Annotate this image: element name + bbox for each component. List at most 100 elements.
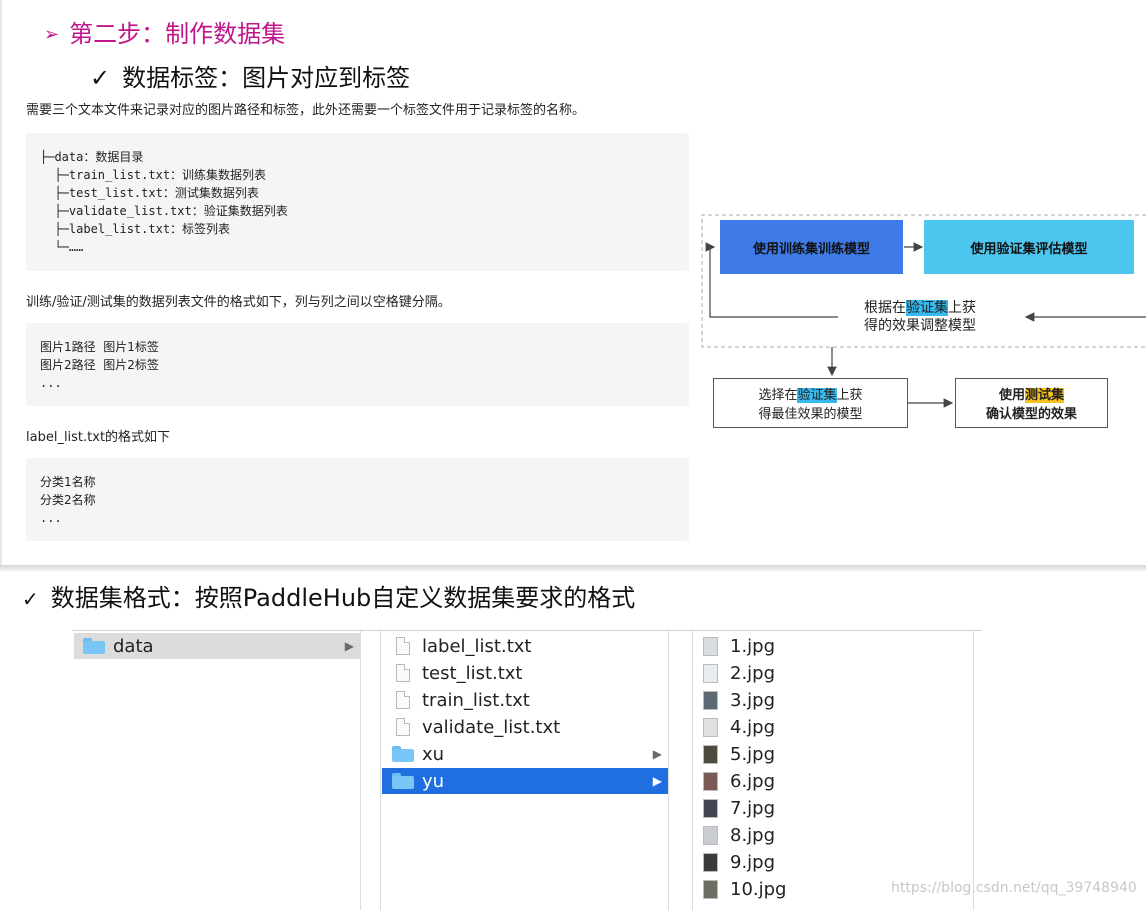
finder-item-image[interactable]: 3.jpg: [693, 687, 973, 713]
item-name: train_list.txt: [422, 689, 530, 711]
item-name: yu: [422, 770, 445, 792]
finder-item-image[interactable]: 9.jpg: [693, 849, 973, 875]
format-line: 图片1路径 图片1标签: [40, 340, 159, 354]
chevron-right-icon: ▶: [652, 747, 662, 761]
note-text: 根据在: [864, 300, 906, 316]
image-thumbnail-icon: [703, 852, 718, 872]
item-name: 9.jpg: [730, 851, 776, 873]
intro-paragraph: 需要三个文本文件来记录对应的图片路径和标签，此外还需要一个标签文件用于记录标签的…: [26, 103, 586, 118]
list-format-codeblock: 图片1路径 图片1标签 图片2路径 图片2标签 ...: [26, 323, 689, 406]
finder-item-image[interactable]: 4.jpg: [693, 714, 973, 740]
folder-icon: [392, 746, 414, 762]
item-name: label_list.txt: [422, 635, 532, 657]
tree-line: ├─data：数据目录: [40, 150, 144, 164]
image-thumbnail-icon: [703, 717, 718, 737]
sub-heading: ✓ 数据标签：图片对应到标签: [90, 58, 410, 93]
finder-column-2: label_list.txt test_list.txt train_list.…: [381, 631, 668, 910]
finder-item-yu[interactable]: yu ▶: [382, 768, 668, 794]
select-line-2: 得最佳效果的模型: [758, 407, 863, 422]
finder-item-train-list[interactable]: train_list.txt: [382, 687, 668, 713]
directory-tree-codeblock: ├─data：数据目录 ├─train_list.txt：训练集数据列表 ├─t…: [26, 133, 689, 271]
item-name: 4.jpg: [730, 716, 776, 738]
text-file-icon: [396, 637, 410, 655]
step-title: 第二步：制作数据集: [69, 20, 286, 48]
text-file-icon: [396, 664, 410, 682]
column-divider: [668, 631, 669, 910]
sub-title: 数据标签：图片对应到标签: [122, 64, 411, 92]
format-line: ...: [40, 376, 62, 390]
test-text: 使用: [998, 388, 1025, 403]
dataset-format-heading: ✓ 数据集格式：按照PaddleHub自定义数据集要求的格式: [22, 578, 635, 613]
finder-item-validate-list[interactable]: validate_list.txt: [382, 714, 668, 740]
list-format-paragraph: 训练/验证/测试集的数据列表文件的格式如下，列与列之间以空格键分隔。: [26, 295, 451, 310]
finder-column-view: data ▶ label_list.txt test_list.txt trai…: [72, 630, 982, 910]
finder-item-image[interactable]: 7.jpg: [693, 795, 973, 821]
finder-item-image[interactable]: 1.jpg: [693, 633, 973, 659]
finder-item-test-list[interactable]: test_list.txt: [382, 660, 668, 686]
text-file-icon: [396, 718, 410, 736]
tree-line: └─……: [40, 240, 84, 254]
validation-set-highlight: 验证集: [797, 388, 837, 403]
tree-line: ├─validate_list.txt：验证集数据列表: [40, 204, 288, 218]
note-line-1: 根据在验证集上获: [840, 299, 1000, 317]
feedback-note: 根据在验证集上获 得的效果调整模型: [840, 299, 1000, 335]
select-line-1: 选择在验证集上获: [758, 384, 863, 403]
format-line: 分类2名称: [40, 493, 96, 507]
select-text: 上获: [836, 388, 863, 403]
folder-icon: [392, 773, 414, 789]
label-format-lines: 分类1名称 分类2名称 ...: [40, 473, 96, 527]
label-format-paragraph: label_list.txt的格式如下: [26, 430, 171, 445]
tree-line: ├─label_list.txt：标签列表: [40, 222, 231, 236]
item-name: 5.jpg: [730, 743, 776, 765]
watermark: https://blog.csdn.net/qq_39748940: [891, 880, 1137, 896]
dataset-format-title: 数据集格式：按照PaddleHub自定义数据集要求的格式: [50, 584, 636, 612]
test-line-2: 确认模型的效果: [985, 407, 1077, 422]
checkmark-icon: ✓: [22, 587, 39, 611]
image-thumbnail-icon: [703, 690, 718, 710]
label-format-codeblock: 分类1名称 分类2名称 ...: [26, 458, 689, 541]
tree-line: ├─train_list.txt：训练集数据列表: [40, 168, 267, 182]
text-file-icon: [396, 691, 410, 709]
item-name: 2.jpg: [730, 662, 776, 684]
finder-column-1: data ▶: [72, 631, 360, 910]
image-thumbnail-icon: [703, 771, 718, 791]
column-divider: [360, 631, 361, 910]
tree-line: ├─test_list.txt：测试集数据列表: [40, 186, 259, 200]
item-name: 10.jpg: [730, 878, 787, 900]
step-heading: ➢ 第二步：制作数据集: [44, 14, 285, 49]
test-set-highlight: 测试集: [1025, 388, 1065, 403]
box-evaluate-model: 使用验证集评估模型: [924, 220, 1134, 274]
chevron-right-icon: ▶: [344, 639, 354, 653]
checkmark-icon: ✓: [90, 64, 111, 92]
chevron-right-icon: ▶: [652, 774, 662, 788]
validation-set-highlight: 验证集: [906, 300, 948, 316]
format-line: 图片2路径 图片2标签: [40, 358, 159, 372]
item-name: xu: [422, 743, 445, 765]
box-confirm-with-test: 使用测试集 确认模型的效果: [955, 378, 1108, 428]
box-select-best-model: 选择在验证集上获 得最佳效果的模型: [713, 378, 908, 428]
list-format-lines: 图片1路径 图片1标签 图片2路径 图片2标签 ...: [40, 338, 159, 392]
item-name: test_list.txt: [422, 662, 523, 684]
column-divider: [973, 631, 974, 910]
item-name: data: [113, 635, 154, 657]
item-name: 8.jpg: [730, 824, 776, 846]
image-thumbnail-icon: [703, 744, 718, 764]
finder-item-image[interactable]: 8.jpg: [693, 822, 973, 848]
finder-item-xu[interactable]: xu ▶: [382, 741, 668, 767]
slide-divider: [0, 565, 1146, 571]
bullet-arrow-icon: ➢: [44, 24, 60, 45]
finder-item-label-list[interactable]: label_list.txt: [382, 633, 668, 659]
item-name: validate_list.txt: [422, 716, 561, 738]
folder-icon: [83, 638, 105, 654]
finder-item-data[interactable]: data ▶: [74, 633, 360, 659]
format-line: ...: [40, 511, 62, 525]
note-line-2: 得的效果调整模型: [864, 318, 976, 334]
image-thumbnail-icon: [703, 879, 718, 899]
test-line-1: 使用测试集: [998, 384, 1065, 403]
note-text: 上获: [948, 300, 976, 316]
finder-item-image[interactable]: 6.jpg: [693, 768, 973, 794]
finder-item-image[interactable]: 2.jpg: [693, 660, 973, 686]
box-train-model: 使用训练集训练模型: [720, 220, 903, 274]
item-name: 6.jpg: [730, 770, 776, 792]
finder-item-image[interactable]: 5.jpg: [693, 741, 973, 767]
